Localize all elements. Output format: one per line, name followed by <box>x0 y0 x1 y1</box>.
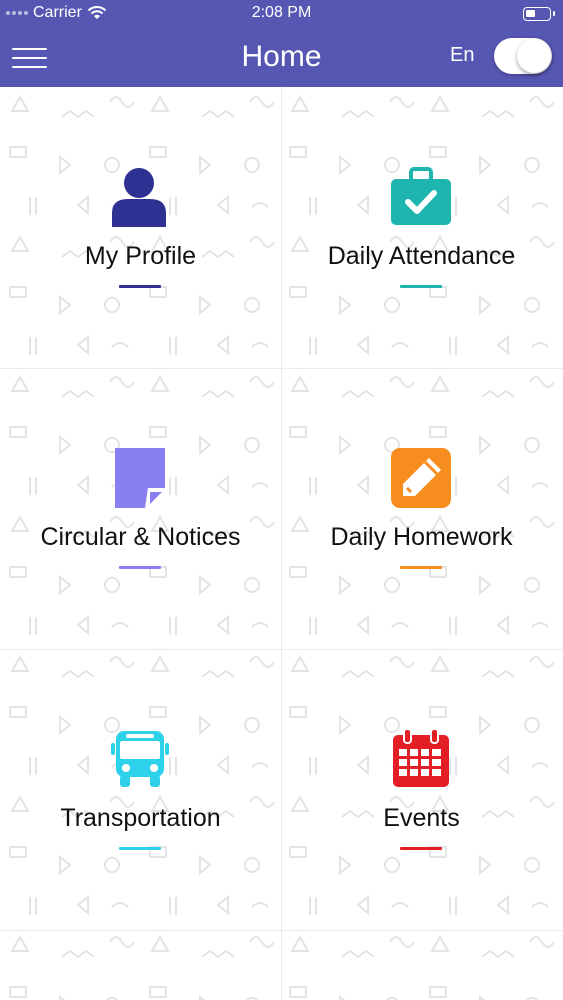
toggle-knob <box>517 39 551 73</box>
tile-label: Circular & Notices <box>40 523 241 551</box>
tile-label: Transportation <box>60 804 221 832</box>
page-title: Home <box>241 40 322 73</box>
tile-underline <box>400 847 442 850</box>
tile-underline <box>119 285 161 288</box>
pencil-icon <box>391 448 451 508</box>
battery-icon <box>523 7 555 21</box>
status-time: 2:08 PM <box>251 4 312 21</box>
tile-label: Events <box>383 804 460 832</box>
tile-underline <box>400 285 442 288</box>
home-grid: My Profile Daily Attendance Circular & N… <box>0 87 563 1000</box>
navbar: Home En <box>0 30 563 87</box>
bus-icon <box>111 731 169 787</box>
tile-label: My Profile <box>84 242 197 270</box>
tile-label: Daily Homework <box>330 523 513 551</box>
tile-underline <box>119 566 161 569</box>
status-bar: Carrier 2:08 PM <box>0 0 563 30</box>
tile-my-profile[interactable]: My Profile <box>0 87 281 368</box>
note-icon <box>115 448 165 508</box>
briefcase-check-icon <box>391 167 451 225</box>
tile-underline <box>400 566 442 569</box>
person-icon <box>112 168 166 227</box>
language-label: En <box>450 44 475 66</box>
header: Carrier 2:08 PM Home En <box>0 0 563 87</box>
tile-circular-notices[interactable]: Circular & Notices <box>0 368 281 649</box>
tile-daily-homework[interactable]: Daily Homework <box>281 368 562 649</box>
tile-underline <box>119 847 161 850</box>
grid-divider <box>0 930 563 931</box>
language-toggle[interactable] <box>494 38 552 74</box>
tile-events[interactable]: Events <box>281 649 562 930</box>
tile-transportation[interactable]: Transportation <box>0 649 281 930</box>
tile-label: Daily Attendance <box>327 242 516 270</box>
calendar-icon <box>393 729 449 787</box>
tile-daily-attendance[interactable]: Daily Attendance <box>281 87 562 368</box>
